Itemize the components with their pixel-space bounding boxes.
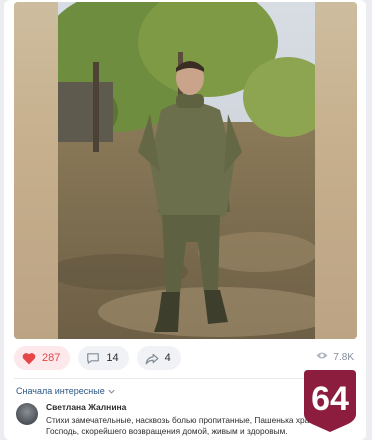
avatar[interactable]: [16, 403, 38, 425]
logo-text: 64: [311, 380, 349, 418]
like-count: 287: [42, 352, 61, 364]
share-count: 4: [164, 352, 171, 364]
views-counter: 7.8K: [316, 351, 354, 363]
photo-blur-left: [14, 2, 58, 339]
eye-icon: [316, 351, 328, 363]
comment-button[interactable]: 14: [78, 346, 129, 370]
share-button[interactable]: 4: [136, 346, 181, 370]
heart-icon: [22, 352, 36, 365]
post-actions: 287 14 4: [14, 346, 181, 370]
like-button[interactable]: 287: [14, 346, 71, 370]
comment-author[interactable]: Светлана Жалнина: [46, 402, 126, 412]
comment-count: 14: [106, 352, 119, 364]
share-icon: [145, 352, 159, 365]
photo-image: [58, 2, 315, 339]
views-count: 7.8K: [333, 351, 354, 363]
post-photo[interactable]: [14, 2, 357, 339]
sort-label: Сначала интересные: [16, 386, 105, 396]
channel-logo-64: 64: [300, 370, 360, 432]
comment-icon: [86, 352, 100, 365]
chevron-down-icon: [108, 386, 115, 396]
photo-blur-right: [315, 2, 357, 339]
post-card: 287 14 4 7.8K Сначала интересные Светлан…: [4, 0, 366, 440]
comments-sort-dropdown[interactable]: Сначала интересные: [16, 386, 115, 396]
